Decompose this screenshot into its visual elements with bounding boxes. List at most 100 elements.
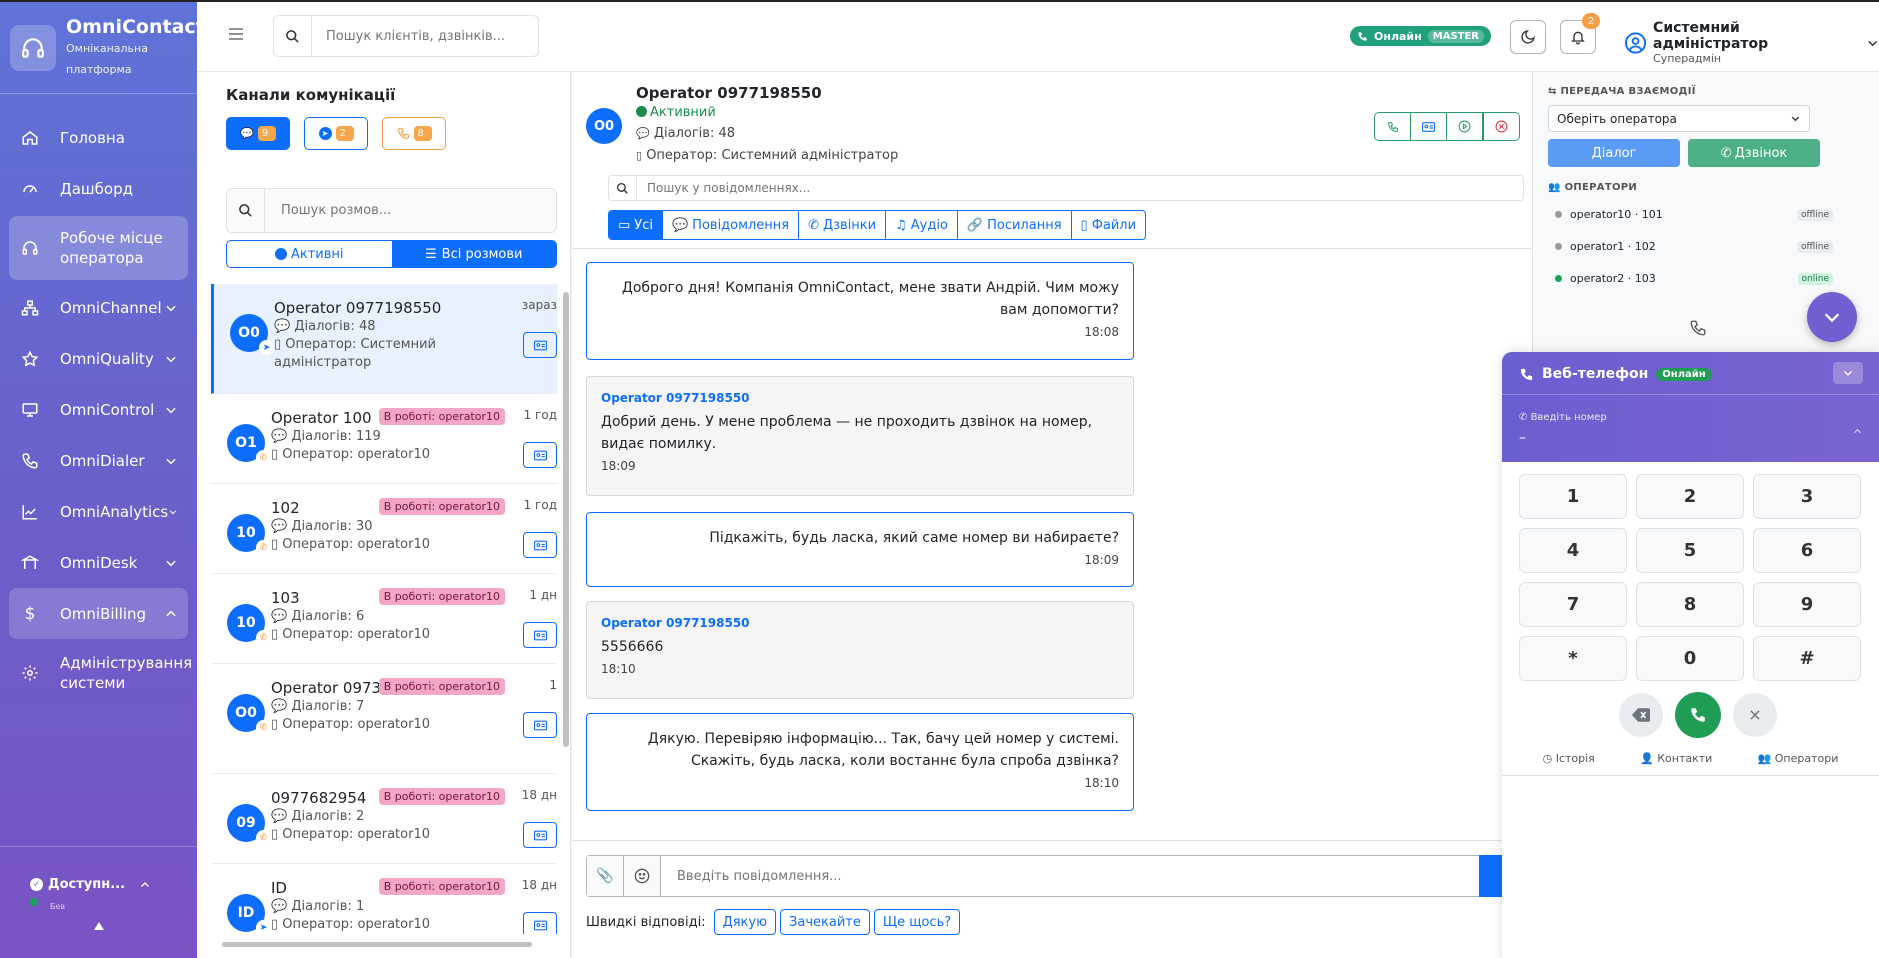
operator-select[interactable]: Оберіть оператора [1548,105,1810,132]
sidebar-item-admin[interactable]: Адміністрування системи [9,641,192,705]
close-conversation-button[interactable] [1483,113,1519,140]
dial-key[interactable]: 2 [1636,474,1744,519]
conversation-item[interactable]: ID ➤ ID 💬 Діалогів: 1 ▯ Оператор: operato… [211,864,557,934]
conversation-search-input[interactable] [265,203,545,218]
tab-contacts[interactable]: 👤 Контакти [1640,752,1712,775]
sidebar-item-home[interactable]: Головна [9,112,188,163]
user-menu[interactable]: Системний адміністратор Суперадмін [1624,20,1879,65]
sidebar-item-omnidialer[interactable]: OmniDialer [9,435,188,486]
filter-messages[interactable]: 💬 Повідомлення [663,211,800,239]
quick-reply-button[interactable]: Зачекайте [780,909,870,935]
sidebar-item-omnidesk[interactable]: OmniDesk [9,537,188,588]
transfer-dialog-button[interactable]: Діалог [1548,139,1680,167]
dial-key[interactable]: 5 [1636,528,1744,573]
filter-all[interactable]: ▭ Усі [609,211,663,239]
dial-key[interactable]: 9 [1753,582,1861,627]
quick-reply-button[interactable]: Дякую [713,909,777,935]
filter-audio[interactable]: ♫ Аудіо [886,211,958,239]
contact-card-button[interactable] [523,532,557,558]
message-text: Дякую. Перевіряю інформацію... Так, бачу… [647,731,1119,769]
filter-links[interactable]: 🔗 Посилання [958,211,1072,239]
dial-key[interactable]: # [1753,636,1861,681]
dial-key[interactable]: 0 [1636,636,1744,681]
global-search[interactable] [273,15,539,57]
dial-key[interactable]: 6 [1753,528,1861,573]
chevron-up-icon[interactable] [139,879,151,891]
dial-key[interactable]: 4 [1519,528,1627,573]
dial-key[interactable]: 1 [1519,474,1627,519]
tab-history[interactable]: ◷ Історія [1543,752,1595,775]
sidebar-item-omnicontrol[interactable]: OmniControl [9,384,188,435]
users-icon: 👥 [1757,752,1772,765]
dial-call-button[interactable] [1675,692,1721,738]
message-time: 18:10 [601,662,636,676]
sidebar-item-operator-workplace[interactable]: Робоче місце оператора [9,216,188,280]
status-area[interactable]: ✓ Доступн... Бев [0,846,197,958]
message-input[interactable] [661,868,1479,884]
dial-key[interactable]: 8 [1636,582,1744,627]
online-status-badge[interactable]: Онлайн MASTER [1350,26,1491,46]
conversation-operator: ▯ Оператор: operator10 [271,447,430,462]
operator-item[interactable]: operator1 · 102 offline [1555,240,1833,253]
conversation-item[interactable]: O1 ✆ Operator 100 💬 Діалогів: 119 ▯ Опера… [211,394,557,484]
contact-card-button[interactable] [523,332,557,358]
master-badge: MASTER [1427,29,1484,43]
tab-all[interactable]: ☰ Всі розмови [391,241,556,267]
number-input[interactable]: – [1519,430,1526,446]
sidebar-item-omnianalytics[interactable]: OmniAnalytics [9,486,188,537]
bell-icon [1571,31,1585,45]
channel-chat-button[interactable]: 💬 9 [226,117,290,150]
channel-telegram-button[interactable]: ➤ 2 [304,117,368,150]
chevron-up-icon[interactable] [1852,426,1863,437]
menu-icon[interactable] [229,28,243,40]
contact-card-button[interactable] [523,622,557,648]
sidebar-item-omniquality[interactable]: OmniQuality [9,333,188,384]
sidebar-item-dashboard[interactable]: Дашборд [9,163,188,214]
emoji-button[interactable] [624,856,661,896]
operator-item[interactable]: operator10 · 101 offline [1555,208,1833,221]
dial-key[interactable]: 7 [1519,582,1627,627]
conversation-item[interactable]: 10 ✆ 102 💬 Діалогів: 30 ▯ Оператор: opera… [211,484,557,574]
scrollbar-vertical[interactable] [563,292,569,747]
contact-card-button[interactable] [523,912,557,934]
filter-files[interactable]: ▯ Файли [1072,211,1146,239]
channel-phone-button[interactable]: 8 [382,117,446,150]
minimize-button[interactable] [1833,362,1863,384]
attach-button[interactable]: 📎 [587,856,624,896]
quick-reply-button[interactable]: Ще щось? [873,909,961,935]
sidebar-item-omnichannel[interactable]: OmniChannel [9,282,188,333]
scrollbar-horizontal[interactable] [222,942,532,947]
contact-card-button[interactable] [523,822,557,848]
contact-card-button[interactable] [1411,113,1447,140]
chat-panel: O0 Operator 0977198550 Активний 💬 Діалог… [572,72,1532,958]
conversation-search[interactable] [226,188,557,233]
conversation-item[interactable]: 10 ✆ 103 💬 Діалогів: 6 ▯ Оператор: operat… [211,574,557,664]
tab-active[interactable]: Активні [227,241,392,267]
play-button[interactable] [1447,113,1483,140]
hangup-button[interactable] [1733,693,1777,737]
notifications-button[interactable]: 2 [1560,13,1600,54]
contact-card-button[interactable] [523,442,557,468]
tab-operators[interactable]: 👥 Оператори [1758,752,1839,775]
collapse-fab-button[interactable] [1807,292,1857,342]
global-search-input[interactable] [312,17,532,55]
filter-calls[interactable]: ✆ Дзвінки [799,211,887,239]
call-button[interactable] [1375,113,1411,140]
conversation-item[interactable]: 09 ✆ 0977682954 💬 Діалогів: 2 ▯ Оператор:… [211,774,557,864]
telegram-icon: ➤ [318,127,332,140]
sidebar-item-label: OmniDialer [60,451,145,470]
status-sub: Бев [50,902,66,911]
operator-item[interactable]: operator2 · 103 online [1555,272,1833,285]
contact-card-button[interactable] [523,712,557,738]
message-search[interactable] [608,175,1524,201]
theme-toggle-button[interactable] [1510,20,1546,54]
dial-key[interactable]: 3 [1753,474,1861,519]
backspace-button[interactable] [1619,693,1663,737]
transfer-call-button[interactable]: ✆ Дзвінок [1688,139,1820,167]
conversation-item[interactable]: O0 ➤ Operator 0977198550 💬 Діалогів: 48 ▯… [211,284,557,394]
dial-key[interactable]: * [1519,636,1627,681]
message-search-input[interactable] [637,181,1437,195]
sidebar-item-omnibilling[interactable]: $ OmniBilling [9,588,188,639]
caret-up-icon[interactable] [94,922,104,930]
conversation-item[interactable]: O0 ✆ Operator 0973847... 💬 Діалогів: 7 ▯ … [211,664,557,774]
